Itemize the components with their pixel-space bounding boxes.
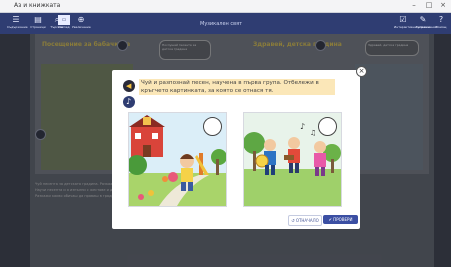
app-toolbar: ☰ Съдържание ▤ Страници ⌕ Търсене ▭ Изгл… <box>0 13 451 34</box>
svg-text:♫: ♫ <box>310 129 316 137</box>
toolbar-label: Помощ <box>435 25 447 29</box>
svg-text:♪: ♪ <box>300 122 305 131</box>
toolbar-button-view[interactable]: ▭ Изглед <box>58 15 70 32</box>
speaker-icon: ◀ <box>126 82 132 90</box>
reset-button[interactable]: ↺ ОТНАЧАЛО <box>288 215 322 226</box>
view-icon: ▭ <box>58 15 70 25</box>
music-note-icon: ♪ <box>126 97 132 106</box>
answer-circle-2[interactable] <box>318 117 337 136</box>
toolbar-button-exercises[interactable]: ☑ Интерактивни упражнения <box>394 15 438 32</box>
answer-circle-1[interactable] <box>203 117 222 136</box>
help-icon: ? <box>438 15 444 24</box>
picture-option-kindergarten[interactable] <box>128 112 227 207</box>
close-window-icon[interactable]: × <box>438 1 448 9</box>
audio-button[interactable]: ◀ <box>123 80 135 92</box>
exercise-icon: ☑ <box>399 15 407 24</box>
exercise-modal: × ◀ ♪ Чуй и разпознай песен, научена в п… <box>112 66 367 229</box>
check-button[interactable]: ✔ ПРОВЕРИ <box>323 215 358 224</box>
window-title-bar: Аз и книжката – □ × <box>0 0 451 13</box>
minimize-icon[interactable]: – <box>409 1 419 9</box>
toolbar-button-zoom[interactable]: ⊕ Увеличение <box>72 15 91 32</box>
maximize-icon[interactable]: □ <box>424 1 434 9</box>
picture-option-parade[interactable]: ♪ ♫ <box>243 112 342 207</box>
toolbar-label: Изглед <box>58 25 70 29</box>
exercise-instruction: Чуй и разпознай песен, научена в първа г… <box>139 79 335 95</box>
menu-icon: ☰ <box>12 15 20 24</box>
toolbar-button-help[interactable]: ? Помощ <box>432 15 450 32</box>
close-icon[interactable]: × <box>356 66 367 77</box>
toolbar-label: Страници <box>30 25 46 29</box>
toolbar-button-pages[interactable]: ▤ Страници <box>29 15 47 32</box>
toolbar-title: Музикален свят <box>200 21 243 27</box>
zoom-icon: ⊕ <box>77 15 85 24</box>
window-title: Аз и книжката <box>14 2 61 9</box>
toolbar-label: Увеличение <box>72 25 91 29</box>
pages-icon: ▤ <box>34 15 42 24</box>
toolbar-button-notes[interactable]: ✎ Бележки <box>414 15 432 32</box>
notes-icon: ✎ <box>419 15 427 24</box>
toolbar-label: Интерактивни упражнения <box>394 25 438 29</box>
toolbar-label: Бележки <box>415 25 431 29</box>
toolbar-label: Съдържание <box>7 25 28 29</box>
toolbar-button-contents[interactable]: ☰ Съдържание <box>7 15 28 32</box>
music-button[interactable]: ♪ <box>123 96 135 108</box>
